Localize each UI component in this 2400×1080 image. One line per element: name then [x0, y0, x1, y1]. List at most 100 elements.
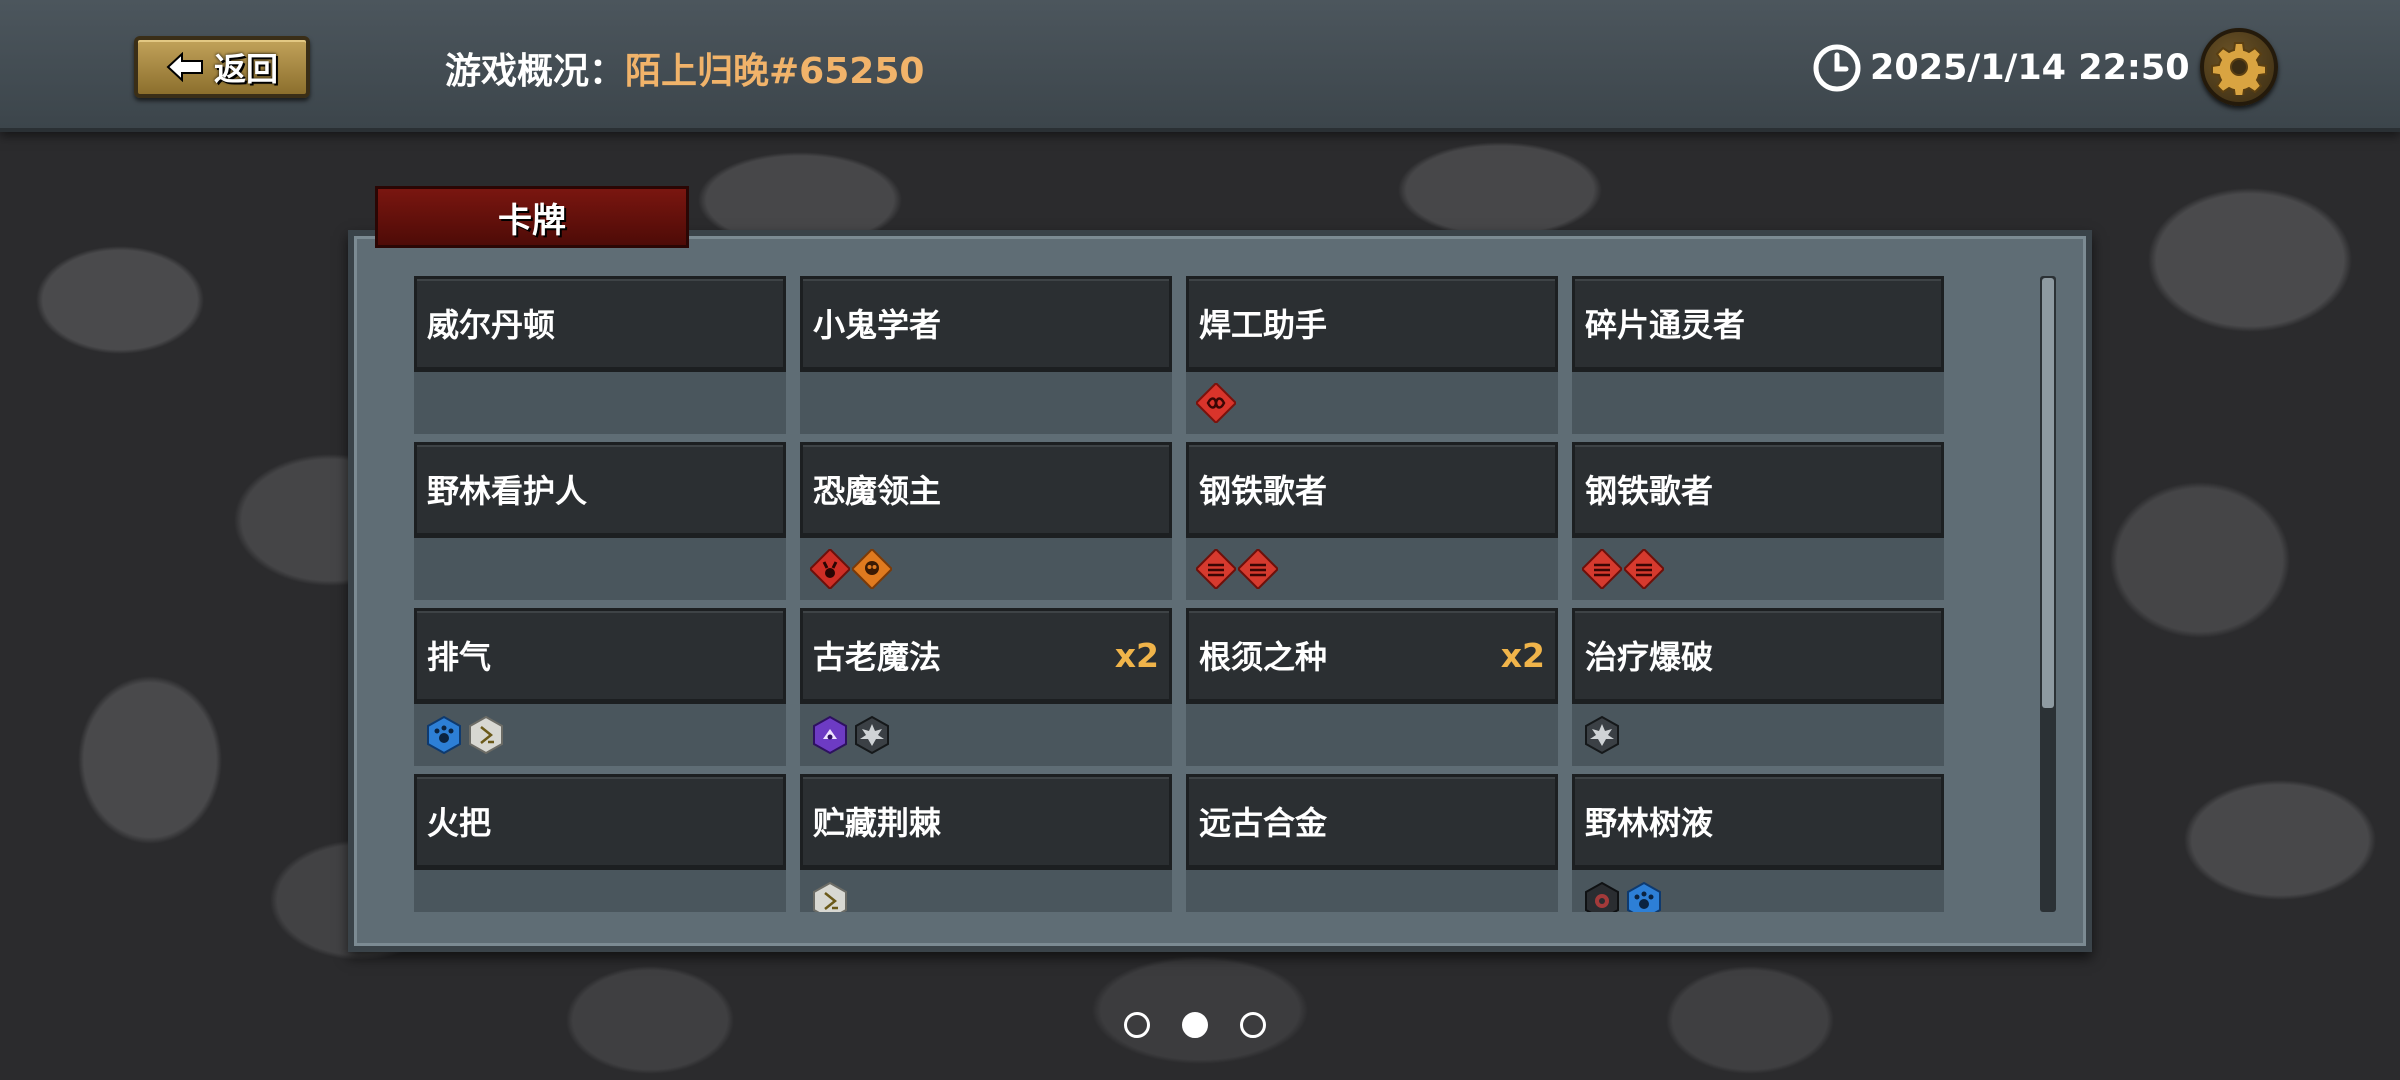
page-indicator	[1124, 1012, 1266, 1038]
card-cell: 野林树液	[1572, 774, 1944, 912]
card-name-button[interactable]: 根须之种 x2	[1186, 608, 1558, 704]
card-cell: 小鬼学者	[800, 276, 1172, 434]
blue-paw-icon	[1627, 881, 1661, 912]
dark-hex-icon	[1585, 881, 1619, 912]
card-name-button[interactable]: 火把	[414, 774, 786, 870]
card-name-button[interactable]: 排气	[414, 608, 786, 704]
card-cell: 焊工助手	[1186, 276, 1558, 434]
card-name: 恐魔领主	[813, 472, 942, 510]
card-tags-row	[414, 372, 786, 434]
card-tags-row	[1572, 870, 1944, 912]
card-name: 远古合金	[1199, 804, 1328, 842]
card-tags-row	[1186, 372, 1558, 434]
card-name: 根须之种	[1199, 638, 1328, 676]
card-name: 小鬼学者	[813, 306, 942, 344]
card-tags-row	[800, 372, 1172, 434]
card-name-button[interactable]: 焊工助手	[1186, 276, 1558, 372]
card-name-button[interactable]: 贮藏荆棘	[800, 774, 1172, 870]
cards-panel: 威尔丹顿 小鬼学者 焊工助手 碎片通灵者野林看护人 恐魔领主 钢铁歌者 钢铁歌者排气 古老魔法…	[348, 230, 2092, 952]
scrollbar[interactable]	[2040, 276, 2056, 912]
page-dot[interactable]	[1182, 1012, 1208, 1038]
red-banner-icon	[1624, 549, 1664, 589]
card-name: 古老魔法	[813, 638, 942, 676]
card-tags-row	[800, 870, 1172, 912]
card-tags-row	[1572, 704, 1944, 766]
white-rune-icon	[813, 881, 847, 912]
card-tags-row	[1572, 538, 1944, 600]
card-name: 贮藏荆棘	[813, 804, 942, 842]
card-name: 焊工助手	[1199, 306, 1328, 344]
back-button[interactable]: 返回	[134, 36, 310, 98]
card-name-button[interactable]: 钢铁歌者	[1572, 442, 1944, 538]
card-name: 野林树液	[1585, 804, 1714, 842]
red-banner-icon	[1238, 549, 1278, 589]
card-tags-row	[800, 538, 1172, 600]
card-name-button[interactable]: 野林树液	[1572, 774, 1944, 870]
white-rune-icon	[469, 715, 503, 755]
card-grid: 威尔丹顿 小鬼学者 焊工助手 碎片通灵者野林看护人 恐魔领主 钢铁歌者 钢铁歌者排气 古老魔法…	[414, 276, 1994, 912]
orange-skull-icon	[852, 549, 892, 589]
card-name-button[interactable]: 野林看护人	[414, 442, 786, 538]
card-name: 碎片通灵者	[1585, 306, 1746, 344]
card-tags-row	[1186, 538, 1558, 600]
card-cell: 排气	[414, 608, 786, 766]
page-dot[interactable]	[1240, 1012, 1266, 1038]
card-name: 威尔丹顿	[427, 306, 556, 344]
card-name-button[interactable]: 钢铁歌者	[1186, 442, 1558, 538]
red-banner-icon	[1582, 549, 1622, 589]
top-bar: 返回 游戏概况： 陌上归晚#65250 2025/1/14 22:50	[0, 0, 2400, 132]
back-arrow-icon	[166, 52, 203, 82]
card-cell: 古老魔法 x2	[800, 608, 1172, 766]
player-name: 陌上归晚#65250	[625, 51, 925, 92]
blue-paw-icon	[427, 715, 461, 755]
card-name-button[interactable]: 远古合金	[1186, 774, 1558, 870]
card-cell: 钢铁歌者	[1186, 442, 1558, 600]
card-name: 钢铁歌者	[1585, 472, 1714, 510]
card-cell: 野林看护人	[414, 442, 786, 600]
page-dot[interactable]	[1124, 1012, 1150, 1038]
card-name: 钢铁歌者	[1199, 472, 1328, 510]
purple-hex-icon	[813, 715, 847, 755]
card-name-button[interactable]: 恐魔领主	[800, 442, 1172, 538]
card-cell: 根须之种 x2	[1186, 608, 1558, 766]
card-cell: 治疗爆破	[1572, 608, 1944, 766]
tab-cards[interactable]: 卡牌	[375, 186, 689, 248]
card-cell: 远古合金	[1186, 774, 1558, 912]
timestamp-display: 2025/1/14 22:50	[1812, 40, 2190, 96]
card-name-button[interactable]: 碎片通灵者	[1572, 276, 1944, 372]
card-name-button[interactable]: 治疗爆破	[1572, 608, 1944, 704]
card-name: 治疗爆破	[1585, 638, 1714, 676]
card-name-button[interactable]: 古老魔法 x2	[800, 608, 1172, 704]
gray-spike-icon	[855, 715, 889, 755]
card-cell: 火把	[414, 774, 786, 912]
cards-scroll-area[interactable]: 威尔丹顿 小鬼学者 焊工助手 碎片通灵者野林看护人 恐魔领主 钢铁歌者 钢铁歌者排气 古老魔法…	[414, 276, 1994, 912]
overview-label: 游戏概况：	[445, 51, 626, 92]
clock-icon	[1813, 44, 1861, 92]
card-cell: 碎片通灵者	[1572, 276, 1944, 434]
card-count: x2	[1114, 635, 1159, 675]
back-button-label: 返回	[213, 50, 278, 88]
card-name-button[interactable]: 威尔丹顿	[414, 276, 786, 372]
card-name: 排气	[427, 638, 492, 676]
card-tags-row	[1572, 372, 1944, 434]
card-cell: 恐魔领主	[800, 442, 1172, 600]
card-tags-row	[800, 704, 1172, 766]
gray-spike-icon	[1585, 715, 1619, 755]
red-infinity-icon	[1196, 383, 1236, 423]
card-name: 野林看护人	[427, 472, 588, 510]
scrollbar-thumb[interactable]	[2042, 278, 2054, 708]
gear-icon	[2211, 42, 2267, 95]
game-overview: 游戏概况： 陌上归晚#65250	[445, 40, 924, 96]
red-demon-icon	[810, 549, 850, 589]
card-tags-row	[414, 538, 786, 600]
card-name-button[interactable]: 小鬼学者	[800, 276, 1172, 372]
timestamp-text: 2025/1/14 22:50	[1870, 48, 2190, 88]
settings-button[interactable]	[2200, 28, 2278, 106]
card-name: 火把	[427, 804, 492, 842]
card-cell: 贮藏荆棘	[800, 774, 1172, 912]
red-banner-icon	[1196, 549, 1236, 589]
card-tags-row	[1186, 870, 1558, 912]
card-cell: 钢铁歌者	[1572, 442, 1944, 600]
card-tags-row	[414, 870, 786, 912]
card-cell: 威尔丹顿	[414, 276, 786, 434]
